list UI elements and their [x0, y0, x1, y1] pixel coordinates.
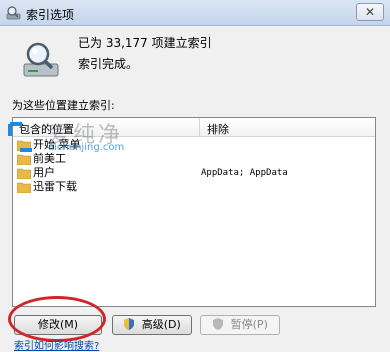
- column-divider[interactable]: [199, 118, 200, 137]
- list-item[interactable]: 迅雷下载: [13, 180, 375, 194]
- highlight-ellipse: [8, 296, 106, 342]
- location-name: 迅雷下载: [33, 180, 77, 193]
- close-button[interactable]: ✕: [356, 3, 384, 21]
- indexed-count-text: 已为 33,177 项建立索引: [78, 36, 212, 50]
- uac-shield-icon: [213, 318, 224, 330]
- folder-icon: [17, 168, 31, 179]
- watermark-url: aichunjing.com: [48, 142, 125, 153]
- watermark-logo-icon: [8, 122, 32, 152]
- location-name: 前美工: [33, 152, 66, 165]
- location-excluded: AppData; AppData: [201, 168, 288, 178]
- close-icon: ✕: [364, 5, 376, 19]
- pause-button[interactable]: 暂停(P): [200, 315, 280, 335]
- advanced-button[interactable]: 高级(D): [112, 315, 192, 335]
- folder-icon: [17, 154, 31, 165]
- location-name: 用户: [33, 166, 55, 179]
- pause-button-label: 暂停(P): [230, 318, 268, 331]
- column-header-excluded[interactable]: 排除: [207, 121, 229, 137]
- list-item[interactable]: 前美工: [13, 152, 375, 166]
- locations-label: 为这些位置建立索引:: [12, 99, 115, 112]
- advanced-button-label: 高级(D): [141, 318, 181, 331]
- index-status-text: 索引完成。: [78, 57, 139, 71]
- magnifier-drive-icon: [23, 42, 59, 77]
- window-title: 索引选项: [26, 8, 75, 22]
- list-item[interactable]: 用户 AppData; AppData: [13, 166, 375, 180]
- magnifier-drive-icon: [6, 6, 21, 20]
- uac-shield-icon: [124, 318, 135, 330]
- title-bar: 索引选项 ✕: [0, 0, 390, 26]
- folder-icon: [17, 182, 31, 193]
